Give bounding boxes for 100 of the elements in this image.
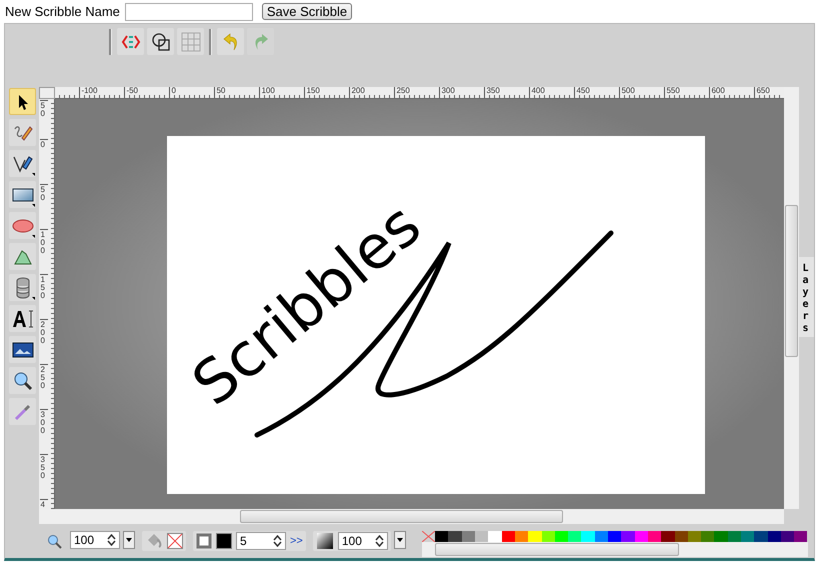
stroke-color-swatch[interactable] xyxy=(216,533,232,549)
ruler-label: 50 xyxy=(40,100,48,118)
ruler-label: 600 xyxy=(709,87,725,98)
ruler-label: 350 xyxy=(40,454,48,480)
color-swatch[interactable] xyxy=(740,531,754,542)
rectangle-icon xyxy=(12,186,34,202)
ruler-label: 0 xyxy=(169,87,176,98)
ruler-label: 100 xyxy=(40,229,48,255)
cylinder-icon xyxy=(14,276,30,298)
color-swatch[interactable] xyxy=(475,531,488,542)
palette-scrollbar[interactable] xyxy=(422,542,808,557)
color-swatch[interactable] xyxy=(621,531,635,542)
ruler-label: 550 xyxy=(664,87,680,98)
ruler-label: 50 xyxy=(40,184,48,202)
ruler-label: 150 xyxy=(304,87,320,98)
ruler-label: 300 xyxy=(439,87,455,98)
no-fill-swatch[interactable] xyxy=(167,533,183,549)
vertical-scrollbar[interactable] xyxy=(784,87,800,509)
path-tool-button[interactable] xyxy=(9,150,36,177)
ruler-label: 350 xyxy=(484,87,500,98)
shapes-tool-button[interactable] xyxy=(9,274,36,301)
color-swatch[interactable] xyxy=(581,531,595,542)
ruler-label: 50 xyxy=(214,87,226,98)
color-swatch[interactable] xyxy=(554,531,568,542)
grid-icon xyxy=(180,32,200,52)
spinner-arrows-icon[interactable] xyxy=(273,535,282,547)
ruler-label: 100 xyxy=(259,87,275,98)
no-color-swatch[interactable] xyxy=(422,531,436,542)
color-swatch[interactable] xyxy=(661,531,674,542)
zoom-tool-button[interactable] xyxy=(9,367,36,394)
color-swatch[interactable] xyxy=(794,531,808,542)
ruler-label: 450 xyxy=(574,87,590,98)
spinner-arrows-icon[interactable] xyxy=(374,535,384,547)
color-swatch[interactable] xyxy=(701,531,714,542)
picture-icon xyxy=(12,340,34,358)
color-swatch[interactable] xyxy=(754,531,768,542)
color-swatch[interactable] xyxy=(780,531,794,542)
opacity-input-field[interactable]: 100 xyxy=(338,532,388,550)
ruler-label: 150 xyxy=(40,274,48,300)
ruler-label: 300 xyxy=(40,409,48,435)
polygon-tool-button[interactable] xyxy=(9,243,36,270)
text-tool-button[interactable] xyxy=(9,305,36,332)
color-swatch[interactable] xyxy=(542,531,555,542)
pencil-tool-button[interactable] xyxy=(9,119,36,146)
undo-button[interactable] xyxy=(217,28,244,55)
text-cursor-icon xyxy=(12,308,34,328)
magnifier-icon xyxy=(47,534,63,550)
scrollbar-thumb[interactable] xyxy=(785,205,798,357)
source-button[interactable] xyxy=(117,28,144,55)
spinner-arrows-icon[interactable] xyxy=(107,534,116,546)
ruler-label: 250 xyxy=(394,87,410,98)
color-swatch[interactable] xyxy=(488,531,502,542)
opacity-dropdown[interactable] xyxy=(394,531,406,549)
ruler-label: -50 xyxy=(124,87,138,98)
opacity-gradient-icon xyxy=(316,532,334,550)
color-swatch[interactable] xyxy=(608,531,622,542)
stroke-square-icon xyxy=(196,533,212,549)
color-swatch[interactable] xyxy=(648,531,662,542)
color-swatch[interactable] xyxy=(462,531,476,542)
scrollbar-thumb[interactable] xyxy=(434,543,679,556)
color-swatch[interactable] xyxy=(435,531,448,542)
ruler-label: -100 xyxy=(79,87,98,98)
ruler-label: 400 xyxy=(529,87,545,98)
caret-icon xyxy=(396,538,403,542)
stroke-width-field[interactable]: 5 xyxy=(236,532,286,550)
image-tool-button[interactable] xyxy=(9,336,36,363)
color-swatch[interactable] xyxy=(448,531,462,542)
color-swatch[interactable] xyxy=(768,531,781,542)
color-swatch[interactable] xyxy=(568,531,582,542)
color-swatch[interactable] xyxy=(502,531,515,542)
ellipse-icon xyxy=(12,218,34,234)
save-button[interactable]: Save Scribble xyxy=(262,3,352,20)
layers-tab[interactable]: Layers xyxy=(799,257,814,337)
ruler-label: 0 xyxy=(40,139,48,149)
wireframe-button[interactable] xyxy=(147,28,174,55)
color-swatch[interactable] xyxy=(728,531,741,542)
color-swatch[interactable] xyxy=(714,531,728,542)
caret-icon xyxy=(126,538,132,542)
magnifier-icon xyxy=(12,370,32,390)
color-swatch[interactable] xyxy=(528,531,542,542)
color-swatch[interactable] xyxy=(594,531,608,542)
ruler-label: 250 xyxy=(40,364,48,390)
ellipse-tool-button[interactable] xyxy=(9,212,36,239)
name-label: New Scribble Name xyxy=(5,4,120,19)
color-swatch[interactable] xyxy=(688,531,702,542)
name-input-field[interactable] xyxy=(124,2,253,20)
scrollbar-thumb[interactable] xyxy=(240,510,564,523)
ruler-label: 200 xyxy=(349,87,365,98)
select-tool-button[interactable] xyxy=(9,88,36,115)
ruler-label: 200 xyxy=(40,319,48,345)
color-swatch[interactable] xyxy=(634,531,648,542)
overlapping-shapes-icon xyxy=(150,32,170,52)
zoom-input-field[interactable]: 100 xyxy=(70,531,120,549)
pen-icon xyxy=(12,154,32,174)
rect-tool-button[interactable] xyxy=(9,181,36,208)
more-options-button[interactable]: >> xyxy=(290,535,303,547)
zoom-dropdown[interactable] xyxy=(123,531,135,549)
horizontal-scrollbar[interactable] xyxy=(39,509,784,524)
color-swatch[interactable] xyxy=(514,531,528,542)
color-swatch[interactable] xyxy=(674,531,688,542)
